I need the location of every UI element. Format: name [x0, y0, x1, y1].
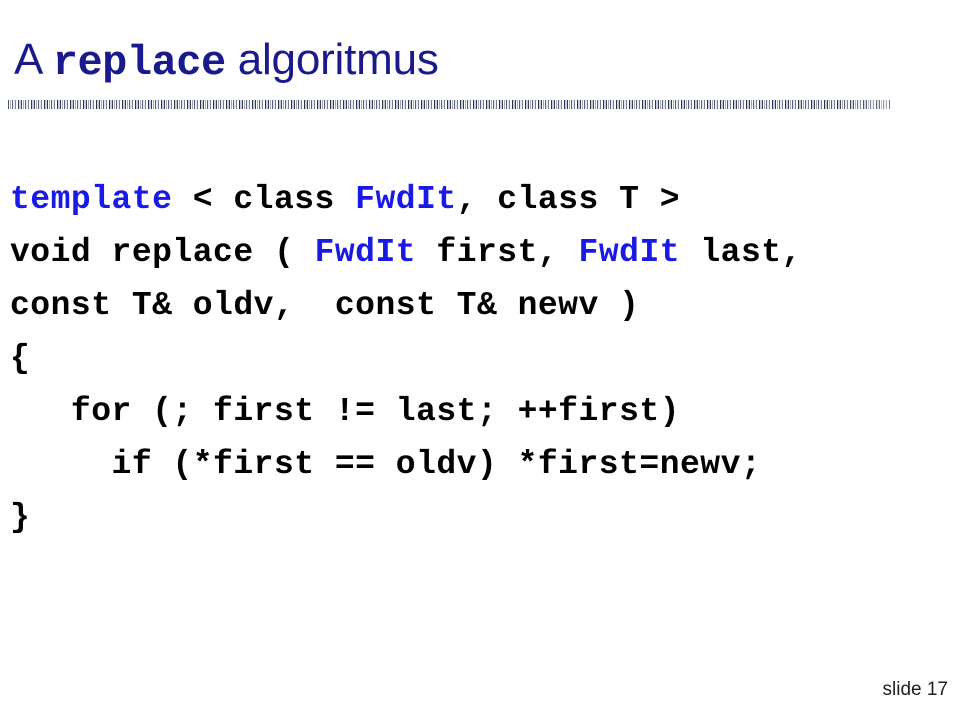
code-token: template [10, 181, 173, 218]
title-suffix: algoritmus [225, 35, 439, 85]
title-code-word: replace [52, 39, 226, 88]
code-line: template < class FwdIt, class T > [10, 173, 950, 226]
slide-number: slide 17 [882, 679, 949, 700]
code-token: void replace ( [10, 234, 315, 271]
code-token: , class T > [456, 181, 681, 218]
divider-fade [8, 100, 890, 109]
code-token: FwdIt [578, 234, 681, 271]
title-prefix: A [14, 35, 53, 85]
page-title: A replace algoritmus [14, 33, 439, 90]
code-token: } [10, 499, 31, 536]
code-line: const T& oldv, const T& newv ) [10, 279, 950, 332]
code-token: FwdIt [355, 181, 457, 218]
code-block: template < class FwdIt, class T > void re… [10, 173, 950, 544]
code-line: if (*first == oldv) *first=newv; [10, 438, 950, 491]
code-token: { [10, 340, 31, 377]
slide-canvas: A replace algoritmus template < class Fw… [0, 0, 960, 707]
code-token: for (; first != last; ++first) [10, 393, 681, 430]
title-divider-bar [8, 100, 890, 109]
code-line: { [10, 332, 950, 385]
code-token: last, [680, 234, 802, 271]
code-line: for (; first != last; ++first) [10, 385, 950, 438]
code-token: if (*first == oldv) *first=newv; [10, 446, 762, 483]
code-line: } [10, 491, 950, 544]
code-line: void replace ( FwdIt first, FwdIt last, [10, 226, 950, 279]
code-token: < class [172, 181, 356, 218]
code-token: first, [416, 234, 579, 271]
code-token: FwdIt [314, 234, 417, 271]
code-token: const T& oldv, const T& newv ) [10, 287, 640, 324]
